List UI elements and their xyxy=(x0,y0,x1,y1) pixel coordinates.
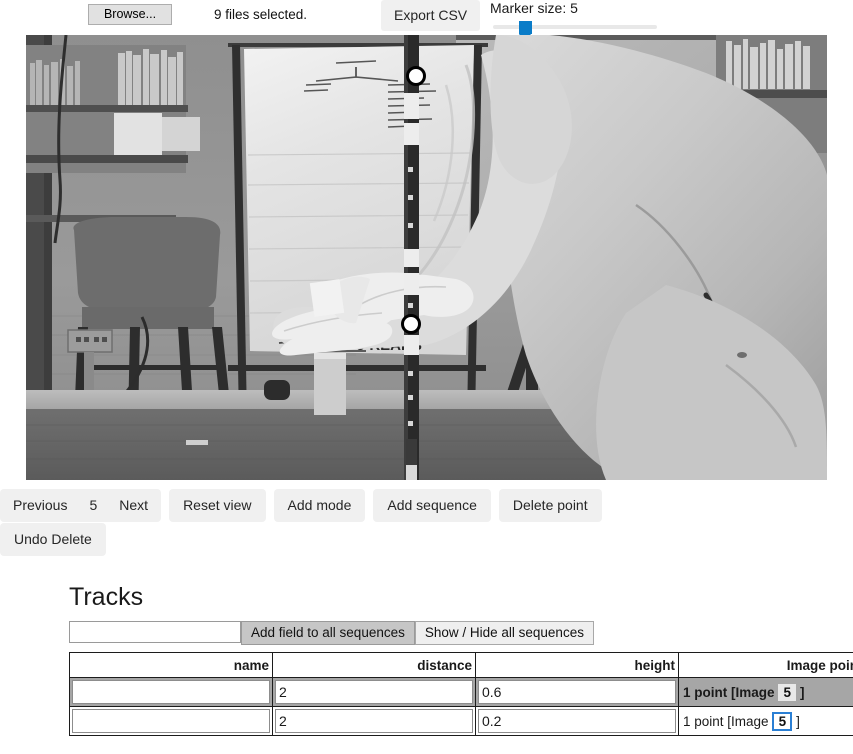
cell-height[interactable] xyxy=(475,706,679,736)
distance-input[interactable] xyxy=(275,680,473,704)
column-header-name[interactable]: name xyxy=(69,652,273,678)
tracks-field-toolbar: Add field to all sequences Show / Hide al… xyxy=(69,621,594,645)
image-nav-group[interactable]: Previous 5 Next xyxy=(0,489,162,522)
add-mode-button[interactable]: Add mode xyxy=(273,489,366,522)
table-header-row: name distance height Image points xyxy=(69,652,853,678)
table-row[interactable]: 1 point [Image 5 ] xyxy=(69,706,853,736)
column-header-height[interactable]: height xyxy=(475,652,679,678)
image-points-suffix: ] xyxy=(800,684,805,700)
column-header-image-points[interactable]: Image points xyxy=(678,652,853,678)
image-viewer[interactable]: e-READS xyxy=(26,35,827,480)
image-points-suffix: ] xyxy=(796,713,800,729)
table-row[interactable]: 1 point [Image 5 ] xyxy=(69,677,853,707)
reset-view-button[interactable]: Reset view xyxy=(169,489,266,522)
cell-name[interactable] xyxy=(69,677,273,707)
export-csv-button[interactable]: Export CSV xyxy=(381,0,481,31)
marker-lower xyxy=(401,314,421,334)
tracks-heading: Tracks xyxy=(69,583,144,611)
image-points-prefix: 1 point [Image xyxy=(683,713,769,729)
image-points-index[interactable]: 5 xyxy=(778,683,797,701)
name-input[interactable] xyxy=(72,709,270,733)
cell-name[interactable] xyxy=(69,706,273,736)
files-selected-label: 9 files selected. xyxy=(214,7,308,22)
height-input[interactable] xyxy=(478,680,676,704)
cell-height[interactable] xyxy=(475,677,679,707)
browse-button[interactable]: Browse... xyxy=(88,4,172,25)
tracks-table: name distance height Image points 1 poin… xyxy=(69,652,853,736)
marker-upper xyxy=(406,66,426,86)
marker-size-label: Marker size: 5 xyxy=(490,0,578,16)
current-image-index: 5 xyxy=(89,497,98,513)
show-hide-all-sequences-button[interactable]: Show / Hide all sequences xyxy=(414,621,594,645)
new-field-input[interactable] xyxy=(69,621,241,643)
cell-image-points[interactable]: 1 point [Image 5 ] xyxy=(678,677,853,707)
distance-input[interactable] xyxy=(275,709,473,733)
slider-thumb[interactable] xyxy=(519,21,532,42)
delete-point-button[interactable]: Delete point xyxy=(498,489,602,522)
slider-track[interactable] xyxy=(493,25,657,29)
height-input[interactable] xyxy=(478,709,676,733)
undo-delete-button[interactable]: Undo Delete xyxy=(0,523,106,556)
column-header-distance[interactable]: distance xyxy=(272,652,476,678)
add-field-to-all-sequences-button[interactable]: Add field to all sequences xyxy=(241,621,415,645)
action-button-row-1: Previous 5 Next Reset view Add mode Add sequ… xyxy=(0,489,610,523)
top-toolbar: Browse... 9 files selected. Export CSV M… xyxy=(0,0,853,42)
cell-distance[interactable] xyxy=(272,706,476,736)
name-input[interactable] xyxy=(72,680,270,704)
photo-greyscale-scene: e-READS xyxy=(26,35,827,480)
add-sequence-button[interactable]: Add sequence xyxy=(373,489,491,522)
image-points-index[interactable]: 5 xyxy=(772,711,793,731)
cell-distance[interactable] xyxy=(272,677,476,707)
marker-size-slider[interactable] xyxy=(493,21,657,42)
action-button-row-2: Undo Delete xyxy=(0,523,114,557)
image-points-prefix: 1 point [Image xyxy=(683,684,775,700)
cell-image-points[interactable]: 1 point [Image 5 ] xyxy=(678,706,853,736)
next-button[interactable]: Next xyxy=(106,489,161,522)
previous-button[interactable]: Previous xyxy=(0,489,80,522)
